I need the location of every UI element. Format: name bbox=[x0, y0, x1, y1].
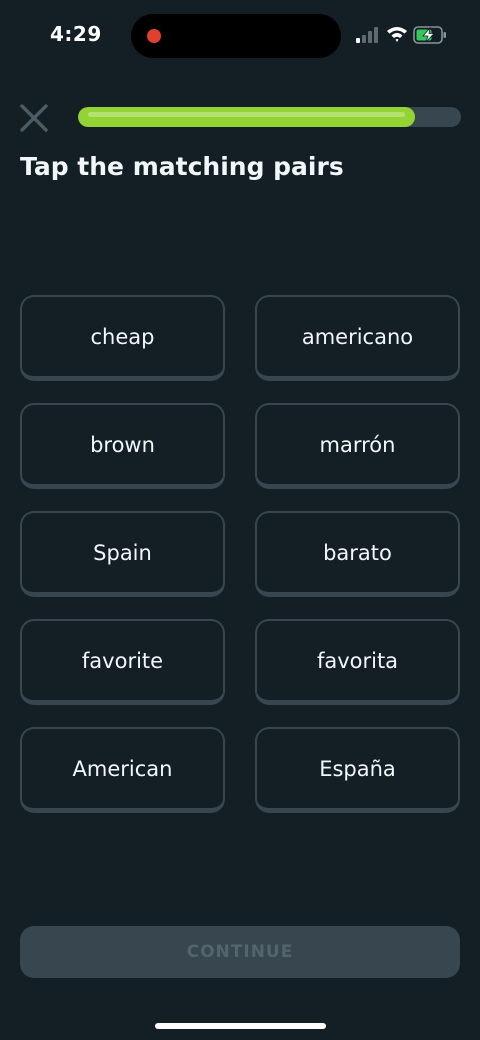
pair-tile-right-5[interactable]: España bbox=[255, 727, 460, 813]
matching-pairs-grid: cheap americano brown marrón Spain barat… bbox=[20, 295, 460, 813]
pair-tile-left-5[interactable]: American bbox=[20, 727, 225, 813]
close-icon[interactable] bbox=[16, 100, 52, 136]
pair-tile-left-2[interactable]: brown bbox=[20, 403, 225, 489]
instruction-title: Tap the matching pairs bbox=[20, 152, 344, 181]
pair-tile-left-1[interactable]: cheap bbox=[20, 295, 225, 381]
pair-tile-left-4[interactable]: favorite bbox=[20, 619, 225, 705]
progress-highlight bbox=[88, 112, 406, 117]
status-bar: 4:29 bbox=[0, 0, 480, 72]
lesson-progress-bar bbox=[78, 107, 461, 127]
pair-tile-right-1[interactable]: americano bbox=[255, 295, 460, 381]
recording-indicator-icon bbox=[147, 29, 161, 43]
lesson-screen: 4:29 Tap the matching pairs cheap americ… bbox=[0, 0, 480, 1040]
pair-tile-right-4[interactable]: favorita bbox=[255, 619, 460, 705]
wifi-icon bbox=[387, 27, 407, 42]
battery-charging-icon bbox=[413, 26, 446, 44]
home-indicator[interactable] bbox=[155, 1023, 326, 1029]
continue-button[interactable]: CONTINUE bbox=[20, 926, 460, 978]
pair-tile-right-3[interactable]: barato bbox=[255, 511, 460, 597]
pair-tile-left-3[interactable]: Spain bbox=[20, 511, 225, 597]
lesson-progress-fill bbox=[78, 107, 416, 127]
status-time: 4:29 bbox=[50, 22, 102, 46]
cellular-signal-icon bbox=[356, 27, 378, 43]
dynamic-island bbox=[131, 14, 341, 58]
pair-tile-right-2[interactable]: marrón bbox=[255, 403, 460, 489]
